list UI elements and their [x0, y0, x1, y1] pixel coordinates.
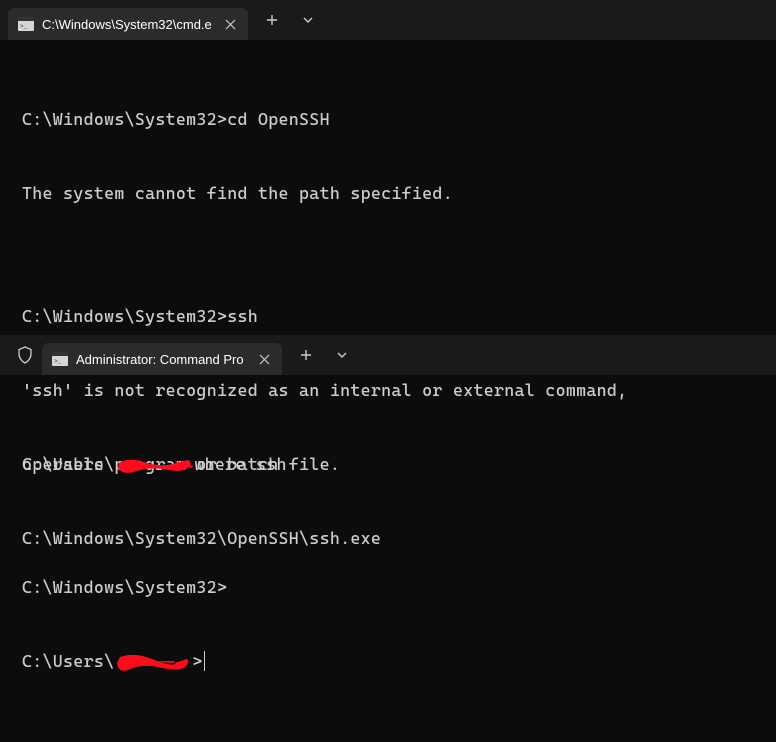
tab-close-button[interactable] — [220, 14, 240, 34]
prompt-line: C:\Users\ > — [22, 649, 754, 675]
output-line: C:\Windows\System32\OpenSSH\ssh.exe — [22, 526, 754, 551]
tab-bar: >_ Administrator: Command Pro — [0, 335, 776, 375]
terminal-output[interactable]: C:\Users\ where ssh C:\Windows\System32\O… — [0, 375, 776, 742]
redacted-username — [114, 455, 194, 477]
text-cursor — [204, 651, 206, 671]
command-text: where ssh — [194, 454, 286, 474]
tab-close-button[interactable] — [254, 349, 274, 369]
tab-admin-cmd[interactable]: >_ Administrator: Command Pro — [42, 343, 282, 375]
svg-text:>_: >_ — [20, 23, 28, 30]
admin-shield-icon — [8, 335, 42, 375]
cmd-icon: >_ — [52, 351, 68, 367]
prompt-prefix: C:\Users\ — [22, 454, 114, 474]
cmd-icon: >_ — [18, 16, 34, 32]
tab-title: C:\Windows\System32\cmd.e — [42, 17, 212, 32]
new-tab-button[interactable] — [256, 4, 288, 36]
output-line: C:\Windows\System32>cd OpenSSH — [22, 107, 754, 132]
tab-title: Administrator: Command Pro — [76, 352, 246, 367]
tab-dropdown-button[interactable] — [326, 339, 358, 371]
svg-text:>_: >_ — [54, 358, 62, 365]
tab-actions — [256, 4, 324, 36]
tab-cmd[interactable]: >_ C:\Windows\System32\cmd.e — [8, 8, 248, 40]
tab-bar: >_ C:\Windows\System32\cmd.e — [0, 0, 776, 40]
new-tab-button[interactable] — [290, 339, 322, 371]
output-line: The system cannot find the path specifie… — [22, 181, 754, 206]
tab-dropdown-button[interactable] — [292, 4, 324, 36]
output-line: C:\Windows\System32>ssh — [22, 304, 754, 329]
redacted-username — [114, 651, 192, 675]
output-line: C:\Users\ where ssh — [22, 452, 754, 477]
tab-actions — [290, 339, 358, 371]
terminal-window-1: >_ C:\Windows\System32\cmd.e C:\Windows\… — [0, 0, 776, 335]
prompt-prefix: C:\Users\ — [22, 651, 114, 671]
prompt-suffix: > — [192, 651, 202, 671]
